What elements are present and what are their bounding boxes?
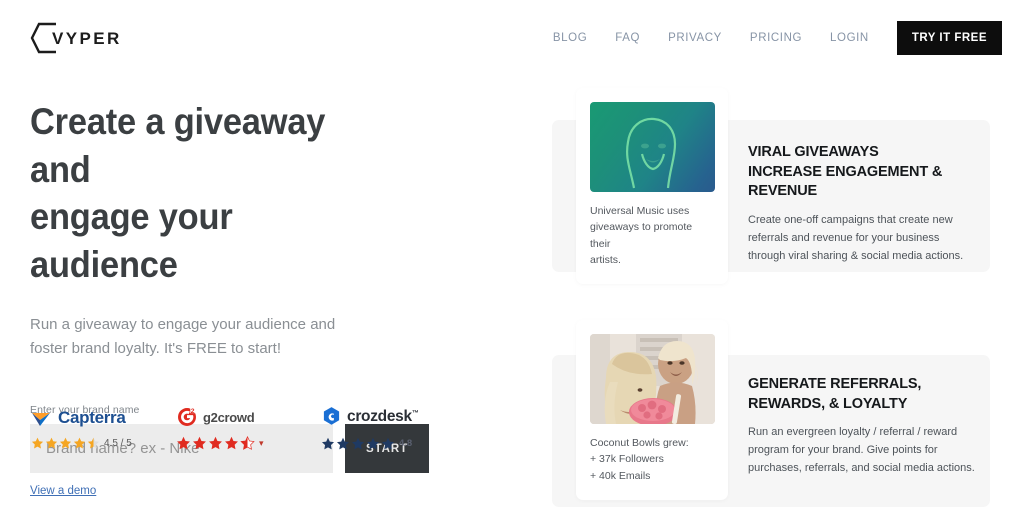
feature-card-2: Coconut Bowls grew: + 37k Followers + 40… xyxy=(576,320,728,500)
star-icon xyxy=(225,436,238,450)
feature-caption-1: Universal Music uses giveaways to promot… xyxy=(590,203,714,268)
feature-caption-2-line-1: Coconut Bowls grew: xyxy=(590,437,689,449)
star-icon xyxy=(336,437,350,449)
view-demo-link[interactable]: View a demo xyxy=(30,485,96,497)
badge-capterra-header: Capterra xyxy=(31,405,176,429)
badge-crozdesk[interactable]: crozdesk™ 4.8 xyxy=(321,405,466,451)
feature-body-2-line-3: purchases, referrals, and social media a… xyxy=(748,462,975,475)
review-badges: Capterra 4.5 / 5 2 g2crowd ▾ crozdesk™ 4… xyxy=(31,405,466,451)
page-title-line-2: engage your audience xyxy=(30,196,233,286)
feature-caption-2-line-3: + 40k Emails xyxy=(590,469,651,482)
badge-crozdesk-header: crozdesk™ xyxy=(321,405,466,429)
badge-g2crowd[interactable]: 2 g2crowd ▾ xyxy=(176,405,321,451)
badge-capterra-score: 4.5 / 5 xyxy=(104,438,132,449)
feature-caption-1-line-2: giveaways to promote their xyxy=(590,221,693,250)
feature-caption-2-line-2: + 37k Followers xyxy=(590,453,664,466)
nav-link-pricing[interactable]: PRICING xyxy=(736,26,816,50)
nav-link-privacy[interactable]: PRIVACY xyxy=(654,26,736,50)
logo-text: VYPER xyxy=(52,29,122,48)
feature-body-2: Run an evergreen loyalty / referral / re… xyxy=(748,424,978,477)
nav-link-faq[interactable]: FAQ xyxy=(601,26,654,50)
badge-g2crowd-header: 2 g2crowd xyxy=(176,405,321,429)
feature-title-1-line-3: REVENUE xyxy=(748,183,818,200)
coconut-bowls-photo-icon xyxy=(590,334,715,424)
feature-title-2: GENERATE REFERRALS, REWARDS, & LOYALTY xyxy=(748,375,978,414)
feature-body-1-line-2: referrals and revenue for your business xyxy=(748,231,940,244)
feature-title-1-line-1: VIRAL GIVEAWAYS xyxy=(748,144,879,160)
site-header: VYPER BLOG FAQ PRIVACY PRICING LOGIN TRY… xyxy=(0,0,1024,72)
hero-subtitle: Run a giveaway to engage your audience a… xyxy=(30,313,350,360)
g2crowd-circle-icon: 2 xyxy=(178,408,196,426)
star-icon xyxy=(73,437,86,449)
crozdesk-hexagon-icon xyxy=(323,407,340,425)
hero-subtitle-line-2: foster brand loyalty. It's FREE to start… xyxy=(30,339,282,357)
trademark-mark: ™ xyxy=(411,410,419,418)
feature-body-1: Create one-off campaigns that create new… xyxy=(748,212,978,265)
badge-capterra[interactable]: Capterra 4.5 / 5 xyxy=(31,405,176,451)
main-navigation: BLOG FAQ PRIVACY PRICING LOGIN TRY IT FR… xyxy=(539,21,1002,55)
nav-link-blog[interactable]: BLOG xyxy=(539,26,601,50)
try-it-free-button[interactable]: TRY IT FREE xyxy=(896,21,1002,55)
badge-crozdesk-stars: 4.8 xyxy=(321,436,466,451)
hero-subtitle-line-1: Run a giveaway to engage your audience a… xyxy=(30,315,336,333)
page-title: Create a giveaway and engage your audien… xyxy=(30,98,356,289)
feature-thumbnail-2 xyxy=(590,334,715,424)
star-icon xyxy=(381,437,395,449)
feature-body-1-line-1: Create one-off campaigns that create new xyxy=(748,214,953,227)
feature-caption-2: Coconut Bowls grew: + 37k Followers + 40… xyxy=(590,435,714,484)
feature-card-1: Universal Music uses giveaways to promot… xyxy=(576,88,728,285)
chevron-down-icon[interactable]: ▾ xyxy=(259,438,264,449)
feature-body-2-line-2: program for your brand. Give points for xyxy=(748,444,938,457)
badge-capterra-stars: 4.5 / 5 xyxy=(31,436,176,451)
star-icon xyxy=(209,436,222,450)
badge-crozdesk-name: crozdesk™ xyxy=(347,408,419,426)
nav-link-login[interactable]: LOGIN xyxy=(816,26,883,50)
star-icon xyxy=(177,436,190,450)
feature-title-2-line-2: REWARDS, & LOYALTY xyxy=(748,395,908,412)
star-half-icon xyxy=(240,436,255,450)
landing-page: VYPER BLOG FAQ PRIVACY PRICING LOGIN TRY… xyxy=(0,0,1024,518)
feature-text-1: VIRAL GIVEAWAYS INCREASE ENGAGEMENT & RE… xyxy=(748,143,978,266)
feature-caption-1-line-3: artists. xyxy=(590,253,621,266)
star-icon xyxy=(321,437,335,449)
capterra-arrow-icon xyxy=(32,413,50,426)
star-half-icon xyxy=(87,437,100,449)
star-icon xyxy=(31,437,44,449)
feature-title-1-line-2: INCREASE ENGAGEMENT & xyxy=(748,163,943,180)
feature-thumbnail-1 xyxy=(590,102,715,192)
feature-body-1-line-3: through viral sharing & social media act… xyxy=(748,249,964,262)
feature-caption-1-line-1: Universal Music uses xyxy=(590,205,690,217)
site-logo[interactable]: VYPER xyxy=(30,22,122,54)
star-icon xyxy=(45,437,58,449)
badge-g2crowd-stars: ▾ xyxy=(176,436,321,451)
feature-title-1: VIRAL GIVEAWAYS INCREASE ENGAGEMENT & RE… xyxy=(748,143,978,202)
star-icon xyxy=(59,437,72,449)
badge-capterra-name: Capterra xyxy=(58,407,126,427)
badge-g2crowd-name: g2crowd xyxy=(203,409,255,425)
page-title-line-1: Create a giveaway and xyxy=(30,101,326,190)
svg-text:2: 2 xyxy=(191,408,195,415)
artist-portrait-silhouette-icon xyxy=(626,117,677,189)
feature-text-2: GENERATE REFERRALS, REWARDS, & LOYALTY R… xyxy=(748,375,978,478)
feature-title-2-line-1: GENERATE REFERRALS, xyxy=(748,376,922,392)
star-icon xyxy=(193,436,206,450)
feature-body-2-line-1: Run an evergreen loyalty / referral / re… xyxy=(748,426,958,439)
star-icon xyxy=(366,437,380,449)
badge-crozdesk-score: 4.8 xyxy=(399,438,413,449)
star-icon xyxy=(351,437,365,449)
